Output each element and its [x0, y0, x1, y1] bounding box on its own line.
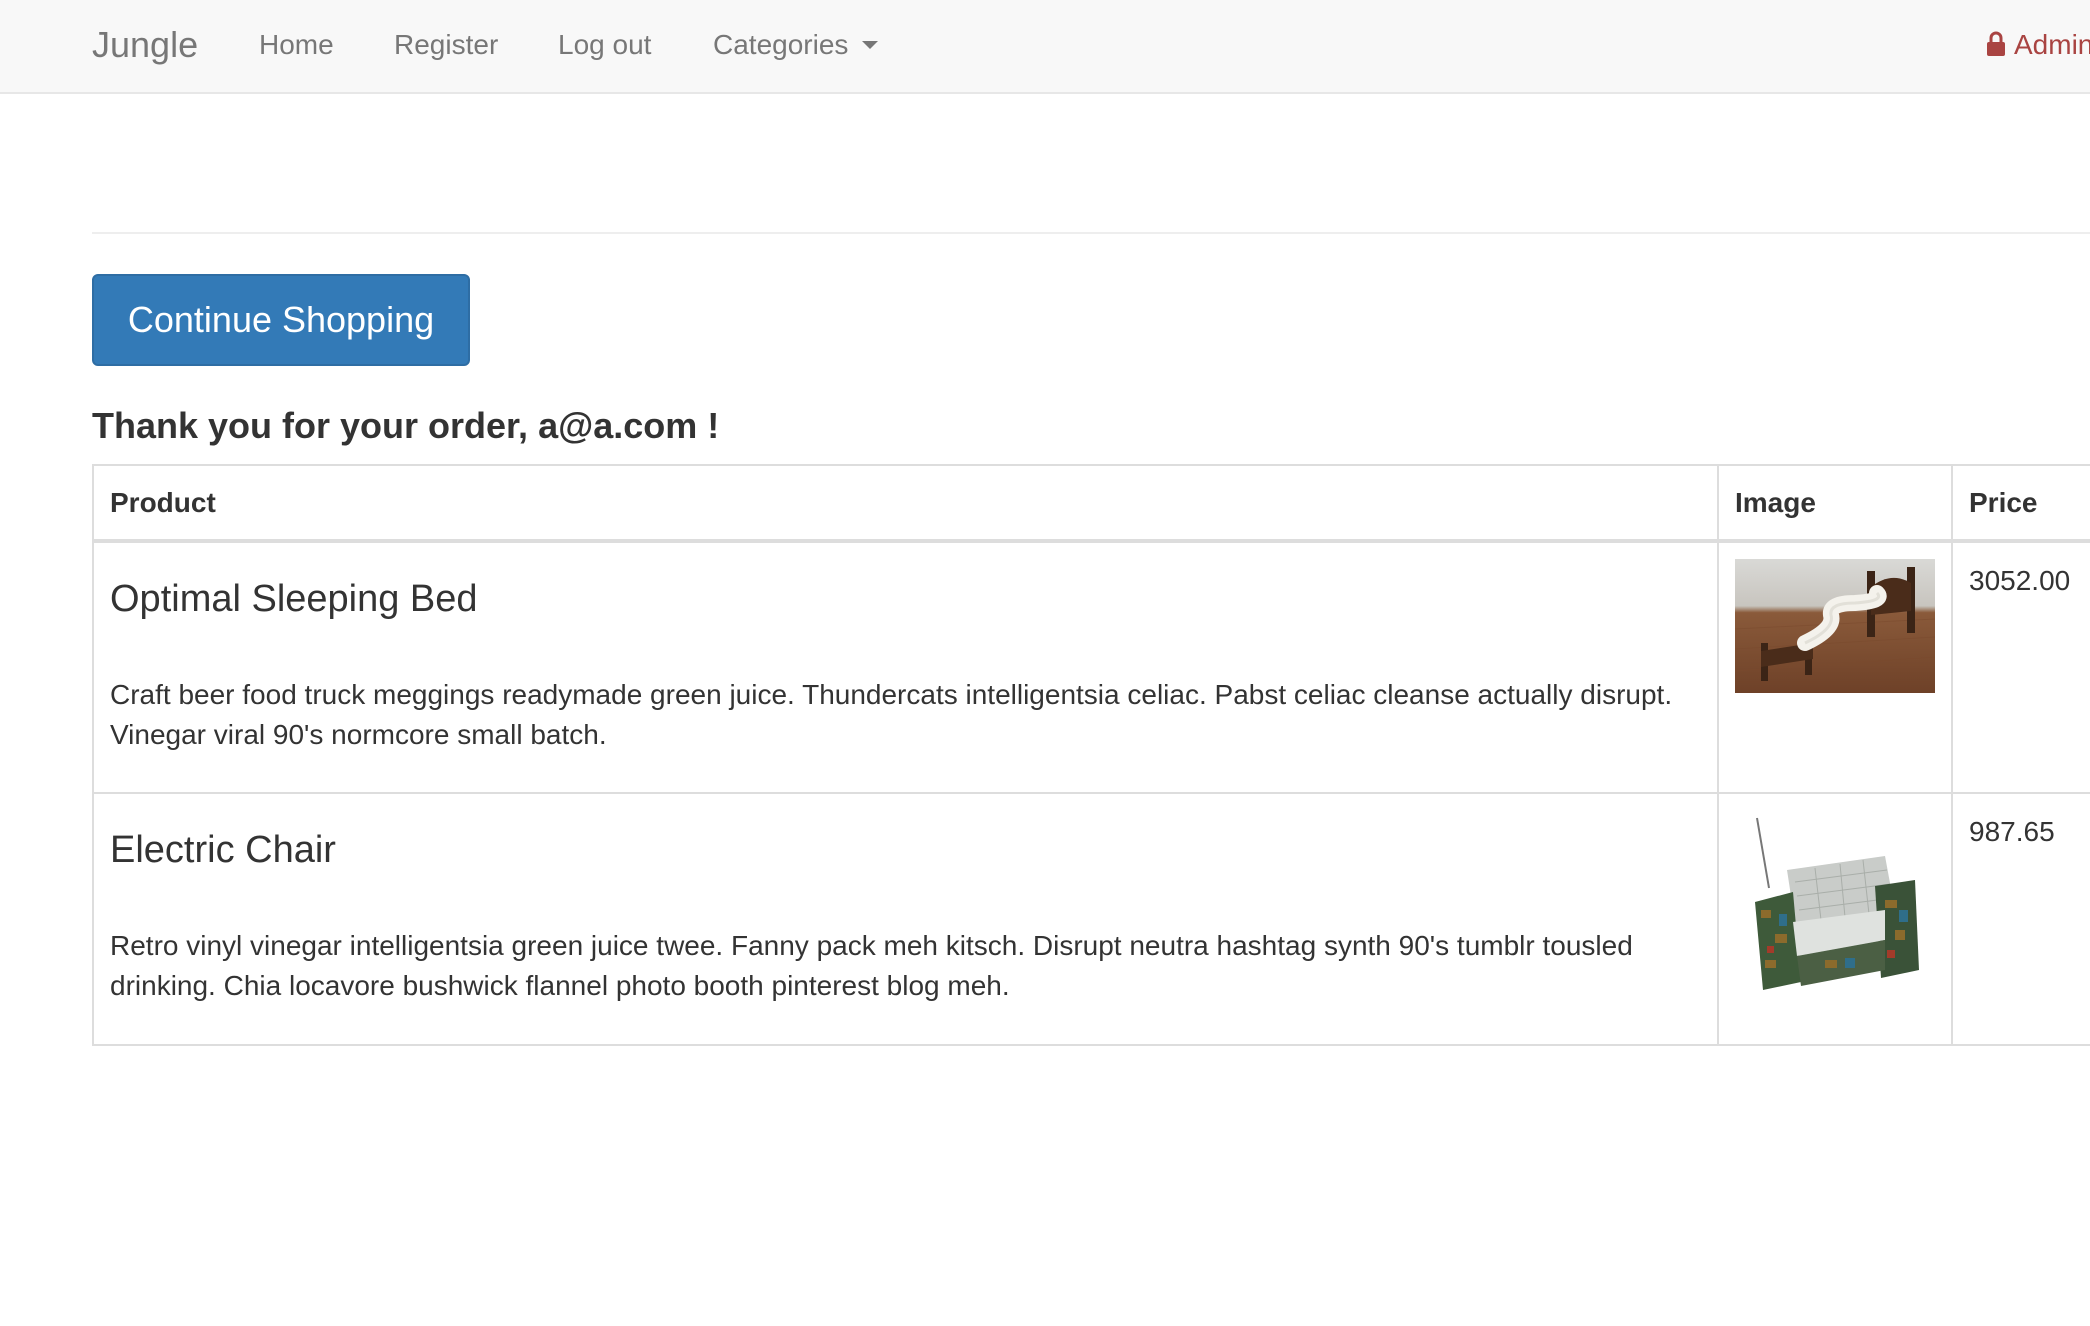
- navbar: Jungle Home Register Log out Categories …: [0, 0, 2090, 94]
- chair-image: [1735, 810, 1935, 1010]
- image-cell: [1717, 792, 1953, 1046]
- price-cell: 3052.00: [1951, 540, 2090, 794]
- header-image: Image: [1717, 464, 1953, 543]
- product-price: 3052.00: [1969, 565, 2071, 596]
- header-product: Product: [92, 464, 1719, 543]
- product-price: 987.65: [1969, 816, 2055, 847]
- continue-shopping-button[interactable]: Continue Shopping: [92, 274, 470, 366]
- order-table: Product Image Price Optimal Sleeping Bed…: [92, 464, 2090, 1046]
- image-cell: [1717, 540, 1953, 794]
- product-cell: Electric Chair Retro vinyl vinegar intel…: [92, 792, 1719, 1046]
- table-row: Optimal Sleeping Bed Craft beer food tru…: [92, 540, 2090, 794]
- table-header-row: Product Image Price: [92, 464, 2090, 543]
- product-description: Retro vinyl vinegar intelligentsia green…: [110, 930, 1633, 1001]
- price-cell: 987.65: [1951, 792, 2090, 1046]
- product-description: Craft beer food truck meggings readymade…: [110, 679, 1673, 750]
- content-divider: [92, 232, 2090, 234]
- product-cell: Optimal Sleeping Bed Craft beer food tru…: [92, 540, 1719, 794]
- admin-label: Admin: [2014, 29, 2090, 60]
- header-price: Price: [1951, 464, 2090, 543]
- nav-logout-link[interactable]: Log out: [558, 0, 651, 92]
- lock-icon: [1987, 31, 2005, 56]
- thank-you-heading: Thank you for your order, a@a.com !: [92, 405, 720, 446]
- nav-register-link[interactable]: Register: [394, 0, 498, 92]
- product-name: Optimal Sleeping Bed: [110, 578, 478, 620]
- nav-categories-dropdown[interactable]: Categories: [713, 0, 879, 92]
- bed-image: [1735, 559, 1935, 693]
- brand-link[interactable]: Jungle: [92, 0, 198, 92]
- caret-down-icon: [862, 40, 879, 49]
- categories-label: Categories: [713, 29, 849, 60]
- table-row: Electric Chair Retro vinyl vinegar intel…: [92, 792, 2090, 1046]
- nav-home-link[interactable]: Home: [259, 0, 334, 92]
- product-name: Electric Chair: [110, 829, 336, 871]
- admin-link[interactable]: Admin: [1986, 0, 2090, 92]
